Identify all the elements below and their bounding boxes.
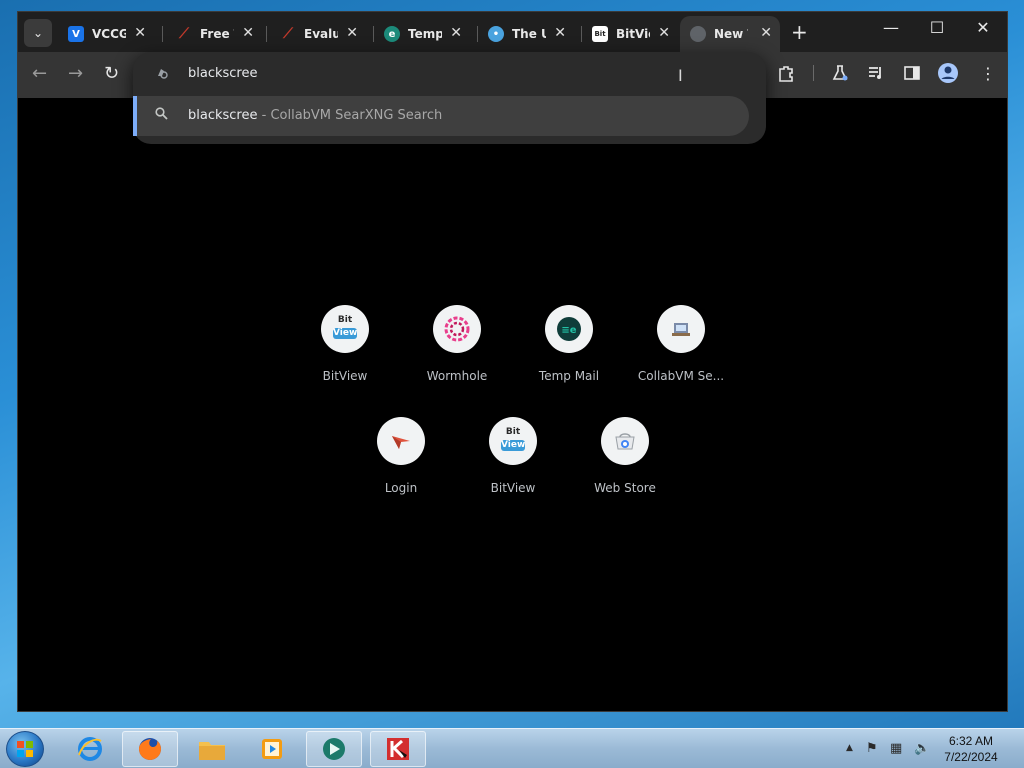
volume-muted-icon[interactable]: 🔈 [914, 741, 930, 756]
media-icon[interactable] [867, 64, 885, 86]
collabvm-icon [657, 305, 705, 353]
tab-divider [266, 26, 267, 42]
shortcut-bitview-2[interactable]: Bit View BitView [457, 417, 569, 517]
omnibox-suggestion[interactable]: blackscree - CollabVM SearXNG Search [133, 96, 749, 136]
clock-date: 7/22/2024 [944, 750, 998, 764]
tab-title: BitVie [616, 27, 650, 41]
internet-explorer-icon[interactable] [62, 731, 118, 767]
shortcut-wormhole[interactable]: Wormhole [401, 305, 513, 405]
tab-the-u[interactable]: • The U ✕ [478, 16, 574, 52]
temp-mail-icon: ≡e [545, 305, 593, 353]
tab-title: Evalua [304, 27, 338, 41]
labs-icon[interactable] [831, 64, 849, 86]
suggestion-query: blackscree [188, 108, 258, 123]
v-logo-icon: V [68, 26, 84, 42]
tab-vccgr[interactable]: V VCCGr ✕ [58, 16, 154, 52]
start-button[interactable] [6, 731, 44, 767]
shortcut-label: Web Store [594, 481, 656, 495]
red-slash-icon: ⟋ [283, 26, 293, 42]
media-player-icon[interactable] [244, 731, 300, 767]
tab-divider [162, 26, 163, 42]
toolbar-divider [813, 65, 814, 81]
suggestion-suffix: - CollabVM SearXNG Search [257, 108, 443, 123]
bitview-icon: Bit View [489, 417, 537, 465]
menu-icon[interactable]: ⋮ [980, 64, 996, 83]
shortcut-web-store[interactable]: Web Store [569, 417, 681, 517]
tab-search-button[interactable]: ⌄ [24, 19, 52, 47]
tab-temp[interactable]: e Temp ✕ [374, 16, 470, 52]
close-icon[interactable]: ✕ [346, 25, 358, 41]
close-icon[interactable]: ✕ [450, 25, 462, 41]
shortcut-label: Temp Mail [538, 369, 600, 383]
tab-title: New T [714, 27, 748, 41]
close-icon[interactable]: ✕ [242, 25, 254, 41]
omnibox-dropdown: blackscree I blackscree - CollabVM SearX… [133, 52, 766, 144]
suggestion-text: blackscree - CollabVM SearXNG Search [188, 108, 442, 123]
reload-button[interactable]: ↻ [104, 63, 119, 84]
side-panel-icon[interactable] [903, 64, 921, 86]
tab-title: Temp [408, 27, 442, 41]
tab-title: Free T [200, 27, 234, 41]
shortcut-login[interactable]: Login [345, 417, 457, 517]
address-bar-input[interactable]: blackscree [188, 66, 257, 81]
web-store-icon [601, 417, 649, 465]
new-tab-button[interactable]: + [791, 20, 808, 44]
shortcut-label: BitView [490, 481, 536, 495]
minimize-button[interactable]: — [868, 18, 914, 37]
bitview-icon: Bit View [321, 305, 369, 353]
window-close-button[interactable]: ✕ [960, 18, 1006, 37]
bitview-icon: Bit [592, 26, 608, 42]
extensions-icon[interactable] [777, 64, 795, 86]
address-bar[interactable]: blackscree I [133, 52, 766, 96]
close-icon[interactable]: ✕ [134, 25, 146, 41]
tab-free[interactable]: ⟋ Free T ✕ [166, 16, 262, 52]
login-icon [377, 417, 425, 465]
tab-new-tab[interactable]: New T ✕ [680, 16, 780, 52]
kaspersky-icon[interactable] [370, 731, 426, 767]
temp-mail-icon: e [384, 26, 400, 42]
svg-text:≡e: ≡e [561, 325, 576, 336]
forward-button[interactable]: → [68, 63, 83, 84]
firefox-icon[interactable] [122, 731, 178, 767]
red-slash-icon: ⟋ [179, 26, 189, 42]
system-clock[interactable]: 6:32 AM 7/22/2024 [936, 733, 1006, 765]
file-explorer-icon[interactable] [184, 731, 240, 767]
close-icon[interactable]: ✕ [760, 25, 772, 41]
tab-strip: ⌄ V VCCGr ✕ ⟋ Free T ✕ ⟋ Evalua ✕ e Temp… [18, 12, 1007, 52]
chat-bubble-icon: • [488, 26, 504, 42]
shortcut-label: CollabVM Se... [637, 369, 725, 383]
clock-time: 6:32 AM [948, 734, 994, 748]
shortcut-label: Login [384, 481, 418, 495]
shortcut-label: BitView [322, 369, 368, 383]
tab-evalua[interactable]: ⟋ Evalua ✕ [270, 16, 366, 52]
shortcut-bitview[interactable]: Bit View BitView [289, 305, 401, 405]
taskbar: ▲ ⚑ ▦ 🔈 6:32 AM 7/22/2024 [0, 728, 1024, 768]
show-hidden-icons-icon[interactable]: ▲ [846, 743, 853, 753]
shortcut-temp-mail[interactable]: ≡e Temp Mail [513, 305, 625, 405]
network-icon[interactable]: ▦ [890, 741, 902, 756]
action-center-flag-icon[interactable]: ⚑ [866, 741, 878, 756]
text-cursor-icon: I [678, 66, 683, 85]
close-icon[interactable]: ✕ [554, 25, 566, 41]
globe-icon [690, 26, 706, 42]
search-icon [155, 107, 168, 124]
shortcut-collabvm[interactable]: CollabVM Se... [625, 305, 737, 405]
browser-taskbar-icon[interactable] [306, 731, 362, 767]
search-engine-icon [155, 66, 169, 80]
close-icon[interactable]: ✕ [658, 25, 670, 41]
tab-title: The U [512, 27, 546, 41]
maximize-button[interactable]: ☐ [914, 18, 960, 37]
profile-icon[interactable] [937, 62, 959, 88]
wormhole-icon [433, 305, 481, 353]
tab-bitview[interactable]: Bit BitVie ✕ [582, 16, 678, 52]
tab-title: VCCGr [92, 27, 126, 41]
shortcut-label: Wormhole [426, 369, 488, 383]
back-button[interactable]: ← [32, 63, 47, 84]
